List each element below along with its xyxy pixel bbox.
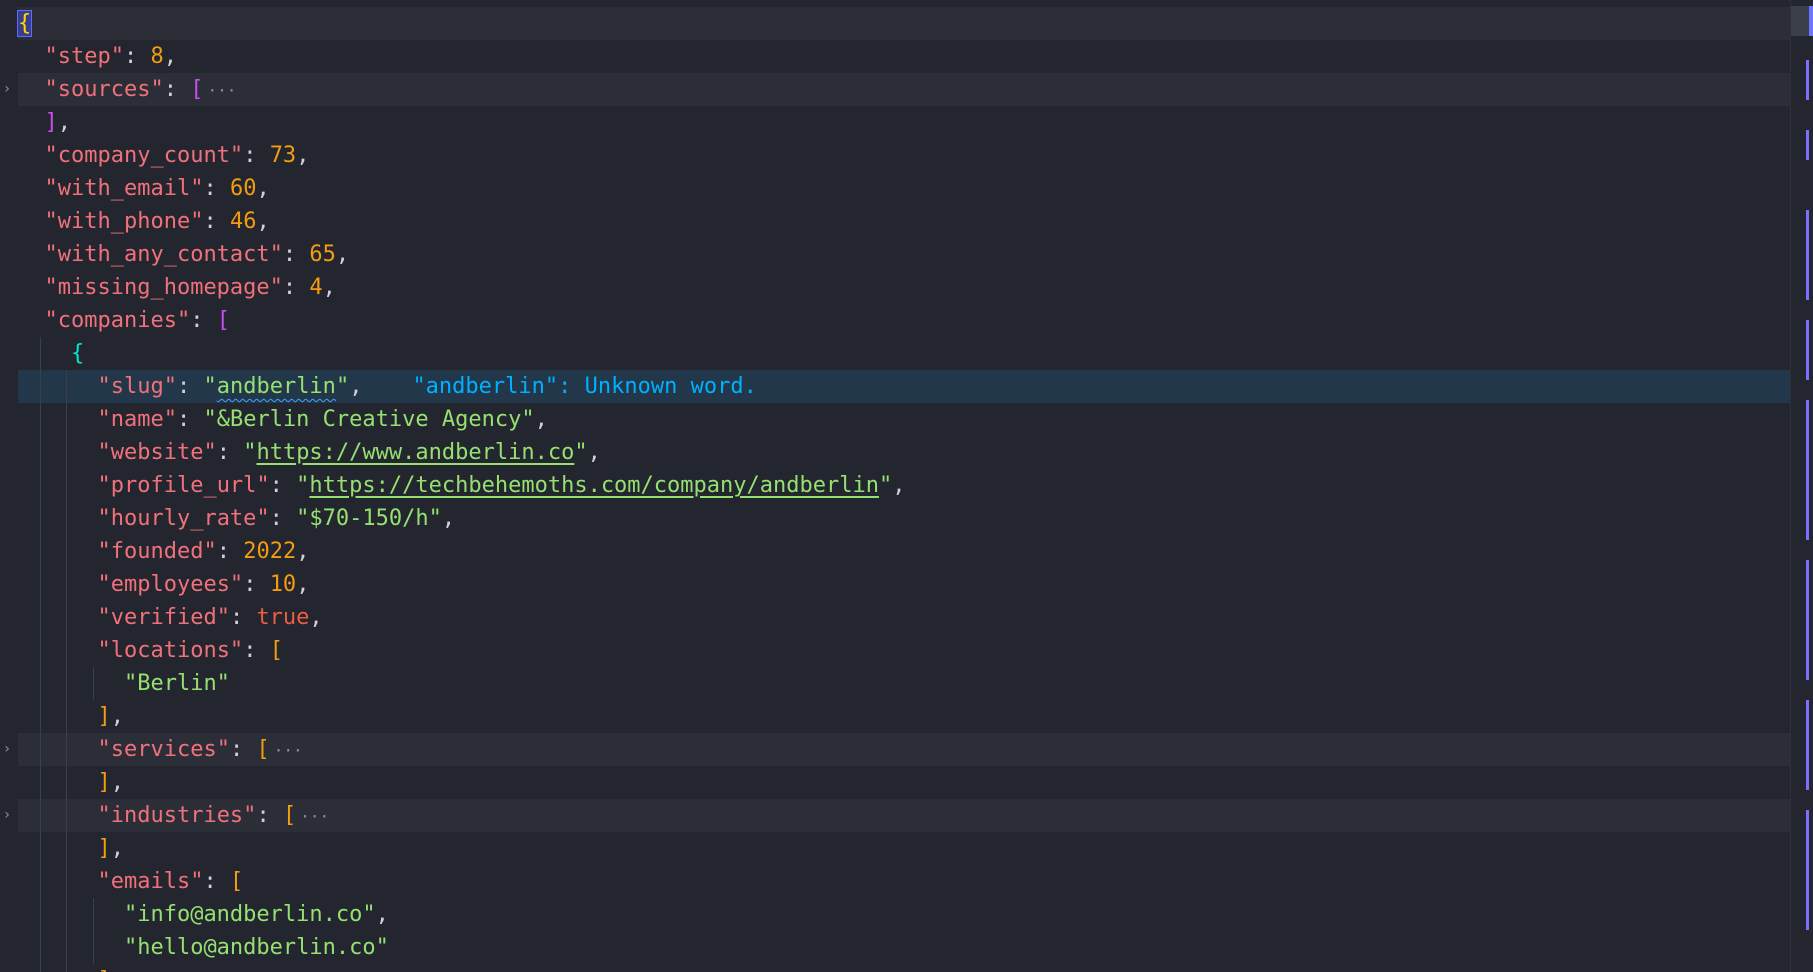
ruler-marker xyxy=(1806,210,1809,300)
json-key: "verified" xyxy=(97,605,230,630)
indent-guide xyxy=(40,370,41,403)
json-key: "hourly_rate" xyxy=(97,506,270,531)
json-number: 60 xyxy=(229,176,257,201)
code-line[interactable]: ], xyxy=(18,106,1791,139)
json-key: "companies" xyxy=(44,308,191,333)
code-line[interactable]: ], xyxy=(18,766,1791,799)
code-line[interactable]: "employees": 10, xyxy=(18,568,1791,601)
indent-guide xyxy=(66,370,67,403)
ruler-marker xyxy=(1806,130,1809,160)
code-line[interactable]: ], xyxy=(18,832,1791,865)
code-line[interactable]: { xyxy=(16,7,1791,40)
code-line[interactable]: ], xyxy=(18,700,1791,733)
fold-chevron-icon[interactable]: › xyxy=(0,733,14,766)
code-line[interactable]: "hourly_rate": "$70-150/h", xyxy=(18,502,1791,535)
json-key: "with_phone" xyxy=(44,209,204,234)
code-line[interactable]: "Berlin" xyxy=(18,667,1791,700)
website-link[interactable]: https://www.andberlin.co xyxy=(256,440,574,465)
json-number: 2022 xyxy=(243,539,297,564)
folded-ellipsis-icon[interactable]: ··· xyxy=(300,807,329,826)
indent-guide xyxy=(40,337,41,370)
json-key: "founded" xyxy=(97,539,217,564)
code-line[interactable]: "company_count": 73, xyxy=(18,139,1791,172)
json-number: 4 xyxy=(309,275,323,300)
profile-url-link[interactable]: https://techbehemoths.com/company/andber… xyxy=(309,473,879,498)
code-line[interactable]: "founded": 2022, xyxy=(18,535,1791,568)
json-key: "locations" xyxy=(97,638,244,663)
code-line[interactable]: "name": "&Berlin Creative Agency", xyxy=(18,403,1791,436)
json-key: "missing_homepage" xyxy=(44,275,283,300)
json-key: "website" xyxy=(97,440,217,465)
code-line[interactable]: "info@andberlin.co", xyxy=(18,898,1791,931)
json-number: 73 xyxy=(269,143,297,168)
folded-ellipsis-icon[interactable]: ··· xyxy=(207,81,236,100)
json-string: "info@andberlin.co" xyxy=(123,902,376,927)
code-line[interactable]: "hello@andberlin.co" xyxy=(18,931,1791,964)
code-lines[interactable]: { "step": 8, › "sources": [··· ], "compa… xyxy=(3,7,1791,972)
json-key: "company_count" xyxy=(44,143,244,168)
code-line[interactable]: "missing_homepage": 4, xyxy=(18,271,1791,304)
code-line[interactable]: "emails": [ xyxy=(18,865,1791,898)
code-line-folded[interactable]: › "sources": [··· xyxy=(3,73,1791,106)
json-key: "with_email" xyxy=(44,176,204,201)
json-string: "&Berlin Creative Agency" xyxy=(203,407,535,432)
code-line[interactable]: "profile_url": "https://techbehemoths.co… xyxy=(18,469,1791,502)
code-line[interactable]: "website": "https://www.andberlin.co", xyxy=(18,436,1791,469)
code-line[interactable]: "with_phone": 46, xyxy=(18,205,1791,238)
json-boolean: true xyxy=(256,605,310,630)
json-key: "profile_url" xyxy=(97,473,270,498)
json-key: "with_any_contact" xyxy=(44,242,283,267)
code-line-folded[interactable]: › "services": [··· xyxy=(3,733,1791,766)
spellcheck-hint: "andberlin": Unknown word. xyxy=(412,374,757,399)
json-key: "industries" xyxy=(97,803,257,828)
code-line-folded[interactable]: › "industries": [··· xyxy=(3,799,1791,832)
json-number: 10 xyxy=(269,572,297,597)
json-number: 8 xyxy=(150,44,164,69)
code-line[interactable]: { xyxy=(18,337,1791,370)
code-line[interactable]: "with_any_contact": 65, xyxy=(18,238,1791,271)
json-string: "hello@andberlin.co" xyxy=(123,935,389,960)
json-string: "$70-150/h" xyxy=(296,506,442,531)
json-key: "slug" xyxy=(97,374,177,399)
ruler-marker xyxy=(1806,560,1809,680)
code-line[interactable]: "step": 8, xyxy=(18,40,1791,73)
code-line[interactable]: "locations": [ xyxy=(18,634,1791,667)
json-string: "Berlin" xyxy=(123,671,230,696)
ruler-marker xyxy=(1806,320,1809,380)
ruler-marker xyxy=(1806,810,1809,930)
json-key: "emails" xyxy=(97,869,204,894)
code-line-current[interactable]: "slug": "andberlin", "andberlin": Unknown… xyxy=(18,370,1791,403)
scrollbar-thumb[interactable] xyxy=(1791,6,1813,36)
ruler-marker xyxy=(1806,60,1809,100)
code-line[interactable]: "verified": true, xyxy=(18,601,1791,634)
ruler-marker xyxy=(1806,700,1809,790)
json-number: 46 xyxy=(229,209,257,234)
json-key: "sources" xyxy=(44,77,164,102)
json-key: "employees" xyxy=(97,572,244,597)
fold-chevron-icon[interactable]: › xyxy=(0,73,14,106)
json-number: 65 xyxy=(309,242,336,267)
json-key: "name" xyxy=(97,407,177,432)
folded-ellipsis-icon[interactable]: ··· xyxy=(274,741,303,760)
open-brace: { xyxy=(16,10,33,37)
json-editor[interactable]: { "step": 8, › "sources": [··· ], "compa… xyxy=(0,0,1813,972)
fold-chevron-icon[interactable]: › xyxy=(0,799,14,832)
code-line[interactable]: "with_email": 60, xyxy=(18,172,1791,205)
code-line[interactable]: "companies": [ xyxy=(18,304,1791,337)
overview-ruler[interactable] xyxy=(1790,0,1813,972)
misspelled-word[interactable]: andberlin xyxy=(217,374,336,399)
json-key: "step" xyxy=(44,44,124,69)
ruler-marker xyxy=(1806,400,1809,540)
json-key: "services" xyxy=(97,737,230,762)
code-line[interactable]: ], xyxy=(18,964,1791,972)
